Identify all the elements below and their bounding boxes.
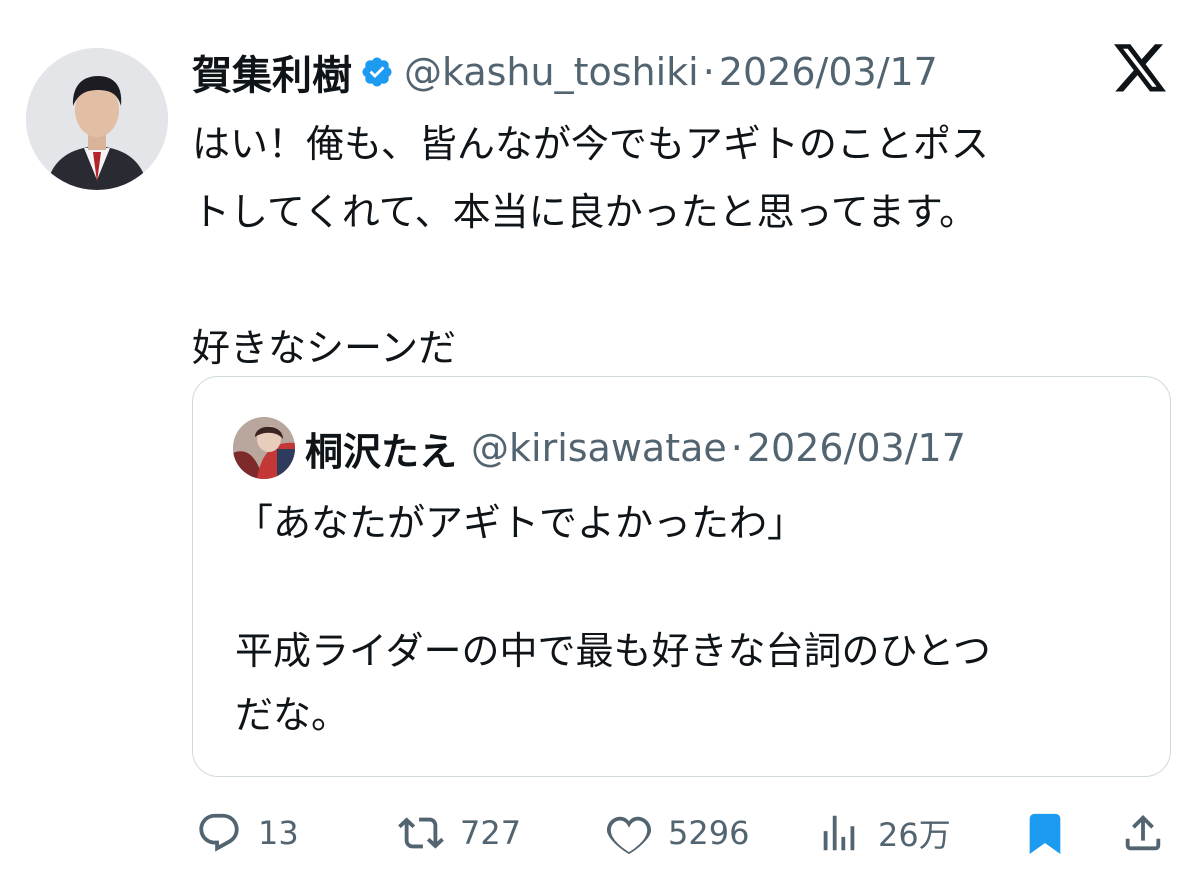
x-logo-icon xyxy=(1114,44,1168,94)
quote-text-line: 「あなたがアギトでよかったわ」 xyxy=(235,501,806,545)
quote-author-avatar[interactable] xyxy=(233,417,295,479)
author-avatar[interactable] xyxy=(26,48,168,190)
quote-author-avatar-image xyxy=(233,417,295,479)
quote-text: 「あなたがアギトでよかったわ」 平成ライダーの中で最も好きな台詞のひとつ だな。 xyxy=(235,491,1135,747)
tweet-card: 賀集利樹 @kashu_toshiki · 2026/03/17 はい！俺も、皆… xyxy=(0,0,1200,883)
share-icon xyxy=(1125,814,1161,851)
quote-author-handle[interactable]: @kirisawatae xyxy=(471,426,727,470)
post-text: はい！俺も、皆んなが今でもアギトのことポス トしてくれて、本当に良かったと思って… xyxy=(192,110,1167,382)
like-count: 5296 xyxy=(668,814,750,852)
bookmark-button[interactable] xyxy=(1022,805,1068,861)
post-header: 賀集利樹 @kashu_toshiki · 2026/03/17 xyxy=(192,38,938,106)
bookmark-icon xyxy=(1029,813,1061,854)
reply-count: 13 xyxy=(258,814,299,852)
quote-date[interactable]: 2026/03/17 xyxy=(747,426,966,470)
post-date[interactable]: 2026/03/17 xyxy=(719,50,938,94)
verified-badge-icon xyxy=(360,55,394,89)
action-bar: 13 727 5296 26万 xyxy=(196,805,1166,861)
views-icon xyxy=(823,815,855,851)
reply-button[interactable]: 13 xyxy=(196,805,299,861)
post-text-line: 好きなシーンだ xyxy=(192,326,457,370)
separator-dot: · xyxy=(702,50,715,94)
retweet-icon xyxy=(398,817,444,849)
quote-header: 桐沢たえ @kirisawatae · 2026/03/17 xyxy=(305,419,966,477)
separator-dot: · xyxy=(730,426,743,470)
quote-text-line: 平成ライダーの中で最も好きな台詞のひとつ xyxy=(235,629,991,673)
share-button[interactable] xyxy=(1120,805,1166,861)
like-button[interactable]: 5296 xyxy=(606,805,749,861)
post-text-line: トしてくれて、本当に良かったと思ってます。 xyxy=(192,190,978,234)
reply-icon xyxy=(199,813,239,852)
retweet-count: 727 xyxy=(460,814,522,852)
author-avatar-image xyxy=(26,48,168,190)
post-text-line: はい！俺も、皆んなが今でもアギトのことポス xyxy=(192,122,989,166)
retweet-button[interactable]: 727 xyxy=(398,805,521,861)
author-handle[interactable]: @kashu_toshiki xyxy=(404,50,699,94)
quoted-post[interactable]: 桐沢たえ @kirisawatae · 2026/03/17 「あなたがアギトで… xyxy=(192,376,1171,777)
views-count: 26万 xyxy=(878,816,951,854)
heart-icon xyxy=(606,816,652,855)
views-button[interactable]: 26万 xyxy=(816,805,951,861)
author-name[interactable]: 賀集利樹 xyxy=(192,43,352,101)
quote-author-name[interactable]: 桐沢たえ xyxy=(305,421,457,476)
quote-text-line: だな。 xyxy=(235,693,350,737)
